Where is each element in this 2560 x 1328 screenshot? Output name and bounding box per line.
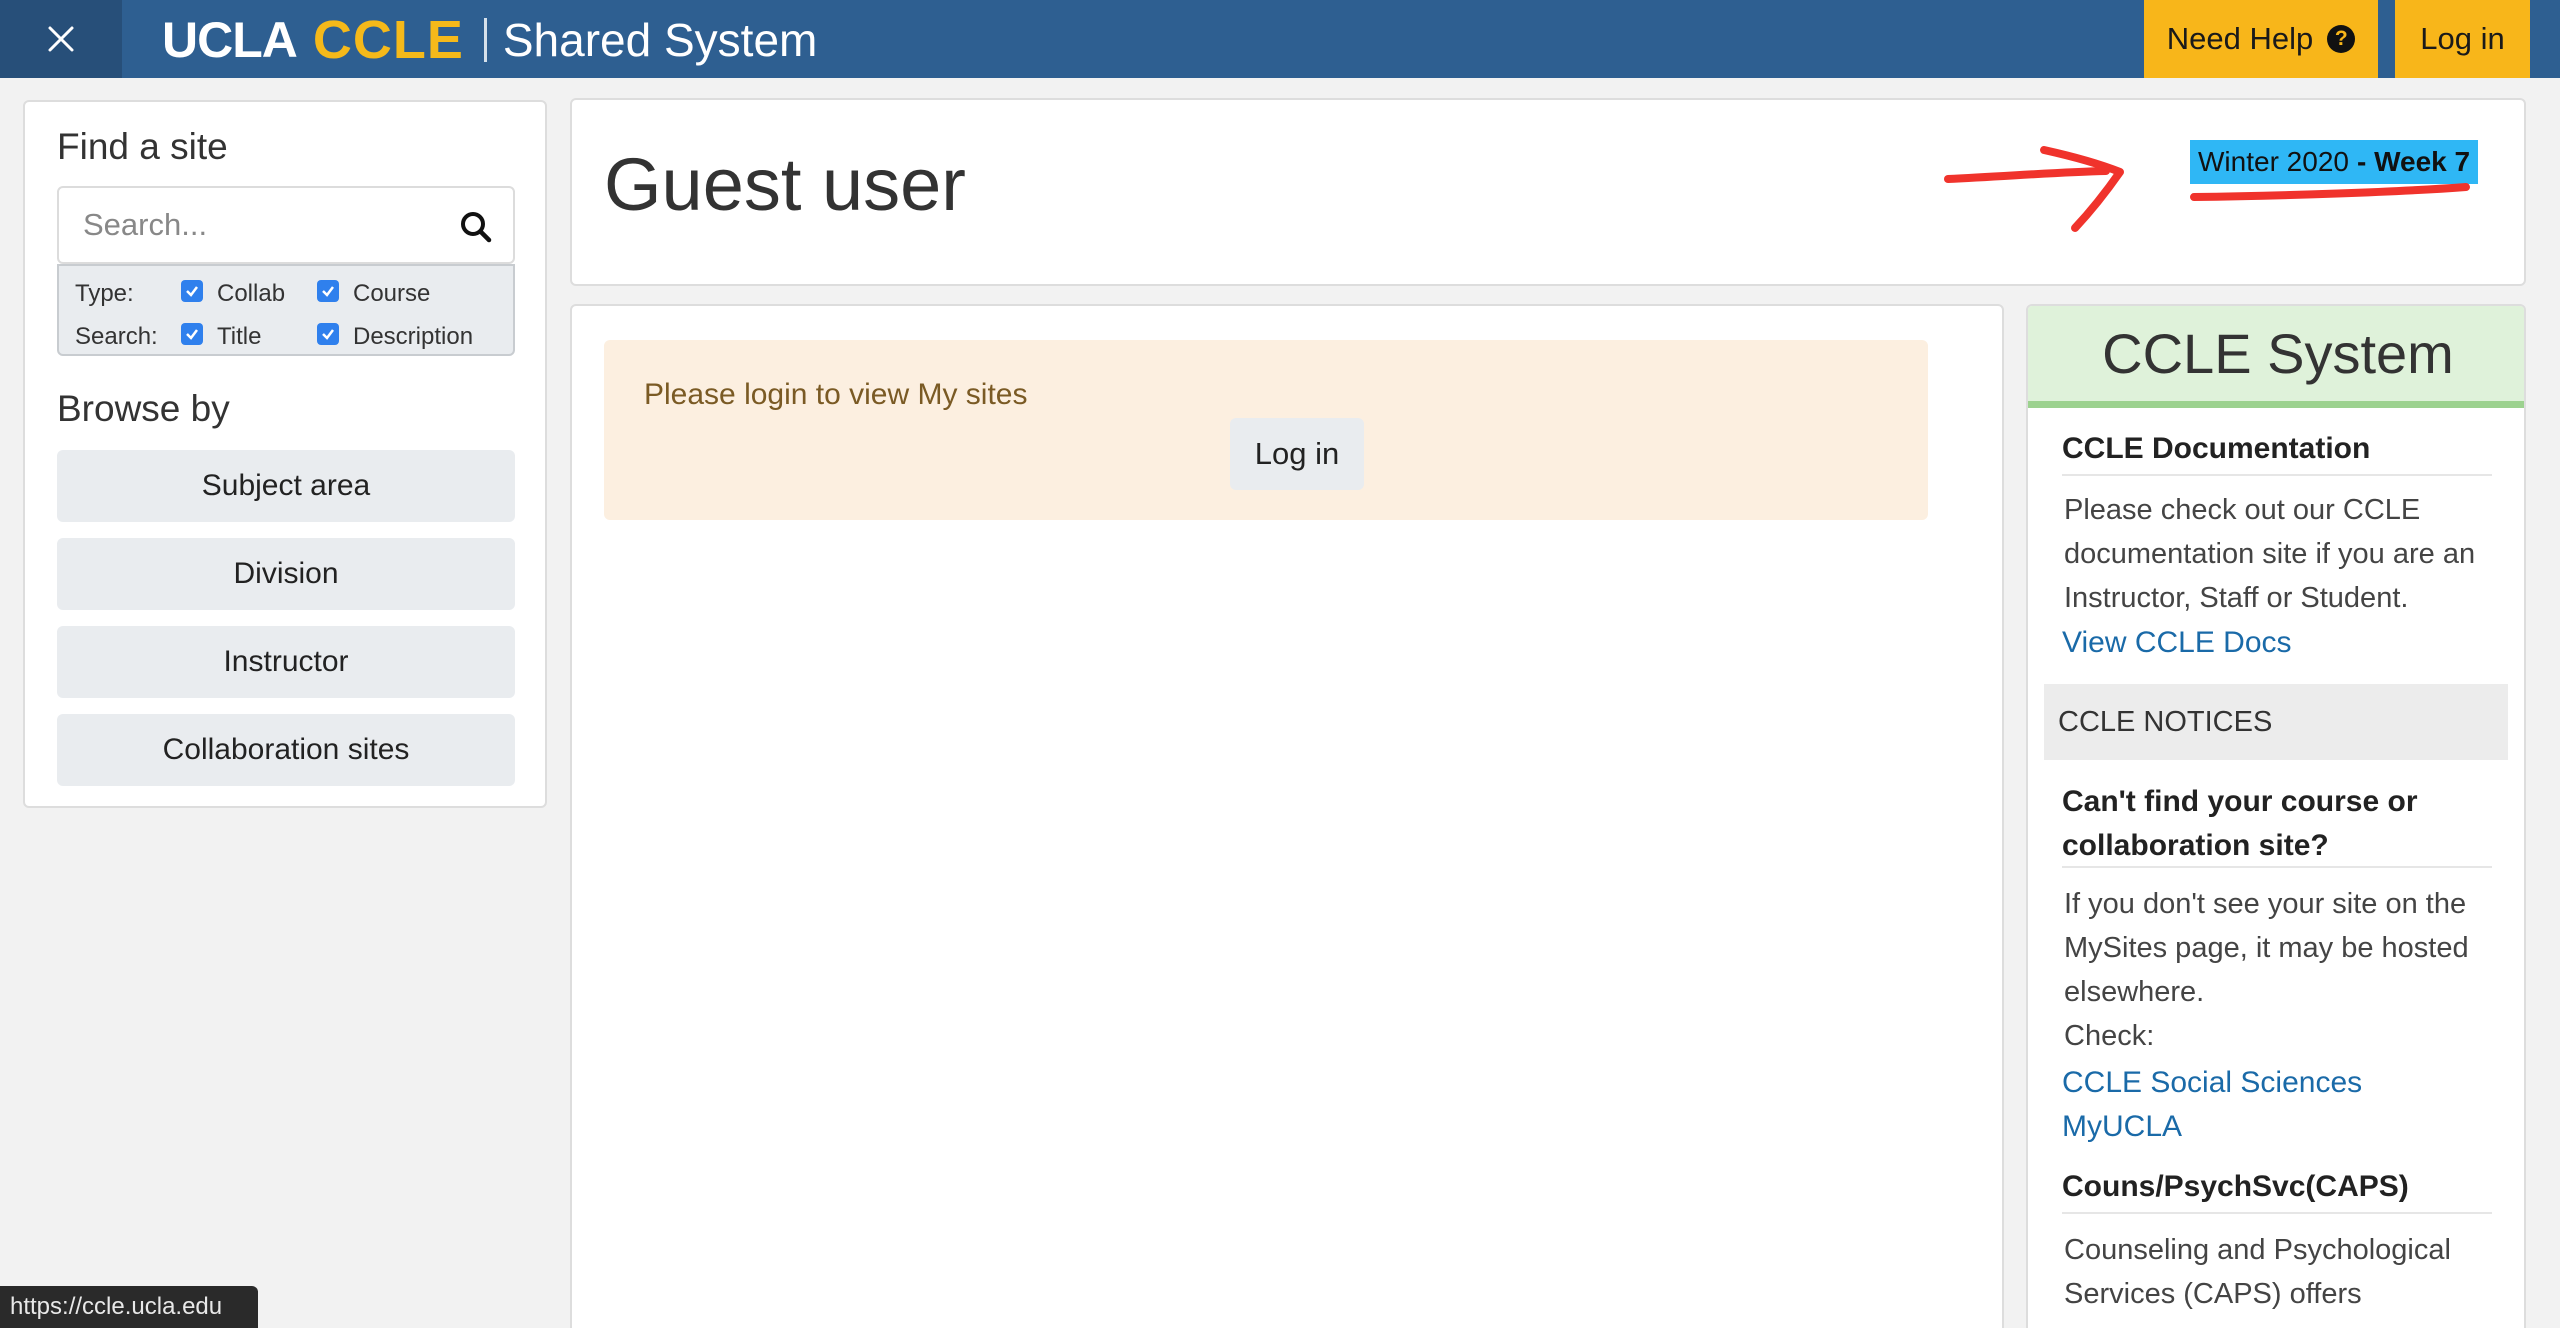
week-label: - Week 7: [2356, 146, 2471, 177]
ccle-documentation-heading: CCLE Documentation: [2062, 432, 2371, 465]
ccle-system-title: CCLE System: [2028, 306, 2524, 408]
checkmark-icon: [186, 329, 198, 340]
brand-divider: [483, 18, 487, 62]
divider: [2062, 866, 2492, 868]
search-icon[interactable]: [459, 210, 493, 244]
notice-cant-find-heading: Can't find your course or collaboration …: [2062, 785, 2418, 862]
ccle-notices-header: CCLE NOTICES: [2044, 684, 2508, 760]
description-checkbox[interactable]: [317, 323, 339, 345]
collab-checkbox[interactable]: [181, 280, 203, 302]
close-icon: [48, 26, 74, 52]
course-label: Course: [353, 280, 431, 307]
left-sidebar: Find a site Type: Collab Course Search: …: [23, 100, 547, 808]
my-sites-panel: Please login to view My sites Log in: [570, 304, 2004, 1328]
divider: [2062, 1212, 2492, 1214]
browse-instructor-button[interactable]: Instructor: [57, 626, 515, 698]
brand-ccle: CCLE: [312, 10, 464, 70]
myucla-link[interactable]: MyUCLA: [2062, 1110, 2182, 1144]
browse-division-button[interactable]: Division: [57, 538, 515, 610]
link-status-tooltip: https://ccle.ucla.edu: [0, 1286, 258, 1328]
question-circle-icon: ?: [2327, 25, 2356, 53]
search-filters: Type: Collab Course Search: Title Descri…: [57, 264, 515, 356]
ccle-documentation-text: Please check out our CCLE documentation …: [2064, 494, 2476, 614]
notice-cant-find-text: If you don't see your site on the MySite…: [2064, 888, 2469, 1008]
brand-ucla: UCLA: [162, 12, 298, 68]
top-navbar: UCLA CCLE Shared System Need Help ? Log …: [0, 0, 2560, 78]
description-label: Description: [353, 323, 474, 350]
site-search-box: [57, 186, 515, 264]
collab-label: Collab: [217, 280, 286, 307]
title-checkbox[interactable]: [181, 323, 203, 345]
page-title: Guest user: [604, 143, 966, 226]
checkmark-icon: [186, 286, 198, 297]
divider: [2062, 474, 2492, 476]
notice-caps-text: Counseling and Psychological Services (C…: [2064, 1234, 2451, 1310]
ccle-social-sciences-link[interactable]: CCLE Social Sciences: [2062, 1066, 2362, 1100]
term-label: Winter 2020: [2198, 146, 2349, 177]
ccle-system-block: CCLE System CCLE Documentation Please ch…: [2026, 304, 2526, 1328]
title-label: Title: [217, 323, 262, 350]
login-alert-message: Please login to view My sites: [644, 378, 1028, 411]
notice-check-label: Check:: [2064, 1020, 2155, 1052]
site-search-input[interactable]: [83, 202, 443, 248]
course-checkbox[interactable]: [317, 280, 339, 302]
checkmark-icon: [322, 286, 334, 297]
login-alert: Please login to view My sites Log in: [604, 340, 1928, 520]
brand-subtitle: Shared System: [502, 14, 818, 66]
find-site-heading: Find a site: [57, 126, 228, 167]
login-button[interactable]: Log in: [2395, 0, 2530, 78]
browse-collaboration-sites-button[interactable]: Collaboration sites: [57, 714, 515, 786]
browse-by-heading: Browse by: [57, 388, 230, 429]
search-filter-label: Search:: [75, 323, 158, 350]
notice-caps-heading: Couns/PsychSvc(CAPS): [2062, 1170, 2409, 1203]
checkmark-icon: [322, 329, 334, 340]
page-header-card: Guest user: [570, 98, 2526, 286]
type-filter-label: Type:: [75, 280, 134, 307]
view-ccle-docs-link[interactable]: View CCLE Docs: [2062, 626, 2292, 660]
alert-login-button[interactable]: Log in: [1230, 418, 1364, 490]
close-drawer-button[interactable]: [0, 0, 122, 78]
site-brand-link[interactable]: UCLA CCLE Shared System: [162, 10, 817, 70]
term-week-badge: Winter 2020 - Week 7: [2190, 140, 2479, 184]
need-help-button[interactable]: Need Help ?: [2144, 0, 2378, 78]
need-help-label: Need Help: [2166, 21, 2314, 56]
browse-subject-area-button[interactable]: Subject area: [57, 450, 515, 522]
